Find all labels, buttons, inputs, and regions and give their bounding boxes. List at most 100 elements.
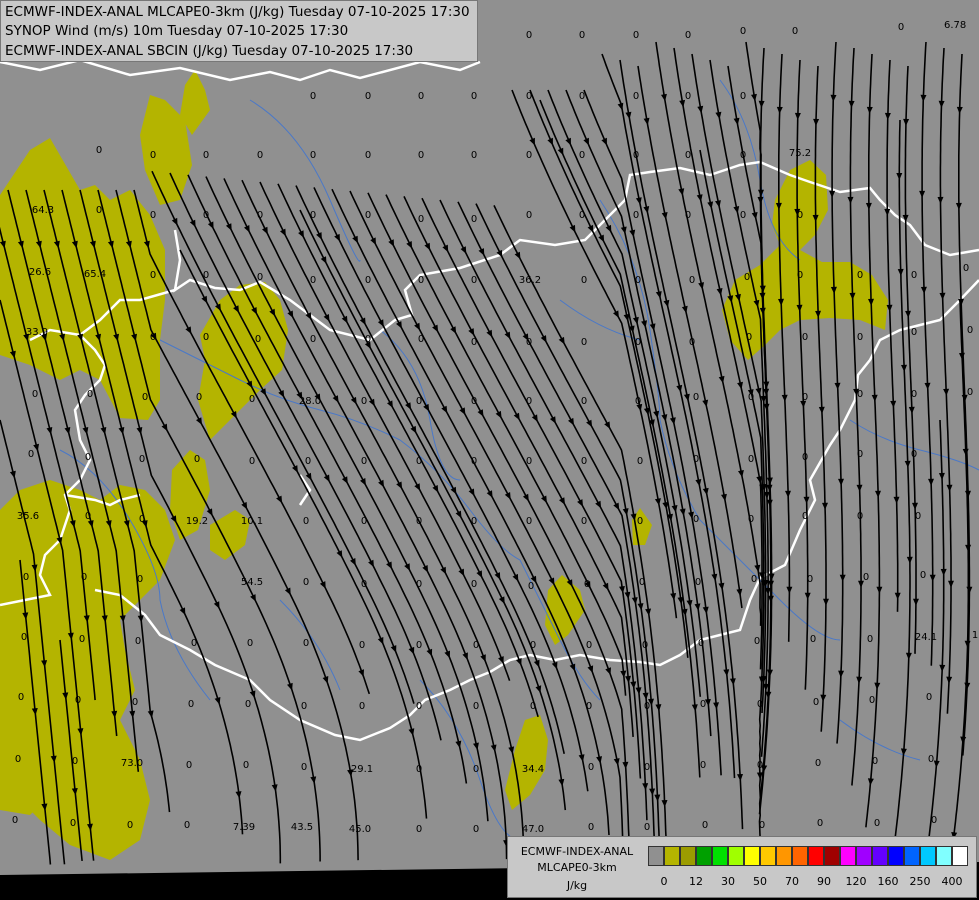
cin-value-label: 0 bbox=[526, 210, 532, 221]
cin-value-label: 0 bbox=[797, 270, 803, 281]
legend-swatch bbox=[904, 846, 920, 866]
cin-value-label: 0 bbox=[748, 454, 754, 465]
cin-value-label: 0 bbox=[257, 210, 263, 221]
cin-value-label: 0 bbox=[639, 577, 645, 588]
cin-value-label: 0 bbox=[586, 640, 592, 651]
cin-value-label: 0 bbox=[359, 640, 365, 651]
cin-value-label: 0 bbox=[203, 150, 209, 161]
cin-value-label: 0 bbox=[911, 449, 917, 460]
legend-tick-label: 12 bbox=[689, 875, 703, 888]
cin-value-label: 0 bbox=[471, 91, 477, 102]
cin-value-label: 0 bbox=[184, 820, 190, 831]
cin-value-label: 0 bbox=[637, 516, 643, 527]
cin-value-label: 0 bbox=[802, 511, 808, 522]
cin-value-label: 0 bbox=[418, 275, 424, 286]
cin-value-label: 0 bbox=[584, 579, 590, 590]
cin-value-label: 0 bbox=[303, 516, 309, 527]
cin-value-label: 0 bbox=[740, 26, 746, 37]
legend-swatch bbox=[920, 846, 936, 866]
legend-swatch bbox=[712, 846, 728, 866]
cin-value-label: 0 bbox=[81, 572, 87, 583]
legend-swatch bbox=[776, 846, 792, 866]
header-box: ECMWF-INDEX-ANAL MLCAPE0-3km (J/kg) Tues… bbox=[0, 0, 478, 62]
cin-value-label: 73.0 bbox=[121, 758, 143, 769]
cin-value-label: 0 bbox=[698, 638, 704, 649]
cin-value-label: 0 bbox=[150, 150, 156, 161]
cin-value-label: 0 bbox=[203, 270, 209, 281]
cin-value-label: 0 bbox=[867, 634, 873, 645]
cin-value-label: 0 bbox=[926, 692, 932, 703]
cin-value-label: 0 bbox=[150, 270, 156, 281]
cin-value-label: 0 bbox=[471, 579, 477, 590]
cin-value-label: 0 bbox=[635, 275, 641, 286]
cin-value-label: 0 bbox=[751, 574, 757, 585]
cin-value-label: 0 bbox=[685, 210, 691, 221]
cin-value-label: 0 bbox=[746, 332, 752, 343]
cin-value-label: 0 bbox=[802, 452, 808, 463]
cin-value-label: 0 bbox=[418, 214, 424, 225]
legend-swatch bbox=[952, 846, 968, 866]
cin-value-label: 0 bbox=[150, 210, 156, 221]
legend-tick-label: 160 bbox=[877, 875, 899, 888]
legend-title-source: ECMWF-INDEX-ANAL bbox=[520, 845, 634, 858]
cin-value-label: 0 bbox=[139, 454, 145, 465]
cin-value-label: 0 bbox=[633, 210, 639, 221]
cin-value-label: 0 bbox=[526, 337, 532, 348]
cin-value-label: 19.2 bbox=[186, 516, 208, 527]
header-wind-title: SYNOP Wind (m/s) 10m Tuesday 07-10-2025 … bbox=[5, 23, 349, 39]
cin-value-label: 0 bbox=[633, 150, 639, 161]
legend-tick-label: 400 bbox=[941, 875, 963, 888]
cin-value-label: 0 bbox=[150, 332, 156, 343]
cin-value-label: 0 bbox=[700, 699, 706, 710]
cin-value-label: 0 bbox=[23, 572, 29, 583]
legend-tick-label: 90 bbox=[817, 875, 831, 888]
cin-value-label: 0 bbox=[135, 636, 141, 647]
legend-swatch bbox=[744, 846, 760, 866]
header-cin-title: ECMWF-INDEX-ANAL SBCIN (J/kg) Tuesday 07… bbox=[5, 43, 414, 59]
cin-value-label: 0 bbox=[245, 699, 251, 710]
cin-value-label: 0 bbox=[689, 275, 695, 286]
cin-value-label: 0 bbox=[361, 516, 367, 527]
cin-value-label: 0 bbox=[21, 632, 27, 643]
legend-swatch bbox=[840, 846, 856, 866]
cin-value-label: 0 bbox=[528, 581, 534, 592]
cin-value-label: 10.1 bbox=[241, 516, 263, 527]
cin-value-label: 0 bbox=[757, 699, 763, 710]
cin-value-label: 34.4 bbox=[522, 764, 544, 775]
cin-value-label: 0 bbox=[471, 456, 477, 467]
cin-value-label: 0 bbox=[588, 762, 594, 773]
header-cape-title: ECMWF-INDEX-ANAL MLCAPE0-3km (J/kg) Tues… bbox=[5, 4, 470, 20]
cin-value-label: 0 bbox=[301, 701, 307, 712]
cin-value-label: 0 bbox=[18, 692, 24, 703]
cin-value-label: 0 bbox=[635, 337, 641, 348]
cin-value-label: 0 bbox=[693, 454, 699, 465]
legend-swatch bbox=[936, 846, 952, 866]
cin-value-label: 0 bbox=[365, 150, 371, 161]
cin-value-label: 0 bbox=[967, 325, 973, 336]
cin-value-label: 0 bbox=[581, 337, 587, 348]
cin-value-label: 0 bbox=[361, 456, 367, 467]
cin-value-label: 0 bbox=[416, 456, 422, 467]
cin-value-label: 0 bbox=[194, 454, 200, 465]
cin-value-label: 0 bbox=[579, 30, 585, 41]
cin-value-label: 0 bbox=[303, 577, 309, 588]
cin-value-label: 0 bbox=[365, 334, 371, 345]
legend-tick-label: 50 bbox=[753, 875, 767, 888]
cin-value-label: 0 bbox=[471, 396, 477, 407]
cin-value-label: 7.39 bbox=[233, 822, 255, 833]
cin-value-label: 0 bbox=[96, 205, 102, 216]
cin-value-label: 0 bbox=[740, 150, 746, 161]
cin-value-label: 0 bbox=[303, 638, 309, 649]
cin-value-label: 0 bbox=[759, 820, 765, 831]
cin-value-label: 0 bbox=[243, 760, 249, 771]
cin-value-label: 0 bbox=[857, 270, 863, 281]
cin-value-label: 0 bbox=[139, 514, 145, 525]
legend-swatch bbox=[856, 846, 872, 866]
cin-value-label: 0 bbox=[748, 392, 754, 403]
legend-swatch bbox=[760, 846, 776, 866]
legend-title-variable: MLCAPE0-3km bbox=[537, 861, 617, 874]
cin-value-label: 0 bbox=[898, 22, 904, 33]
cin-value-label: 0 bbox=[702, 820, 708, 831]
cin-value-label: 0 bbox=[748, 514, 754, 525]
cin-value-label: 0 bbox=[310, 91, 316, 102]
